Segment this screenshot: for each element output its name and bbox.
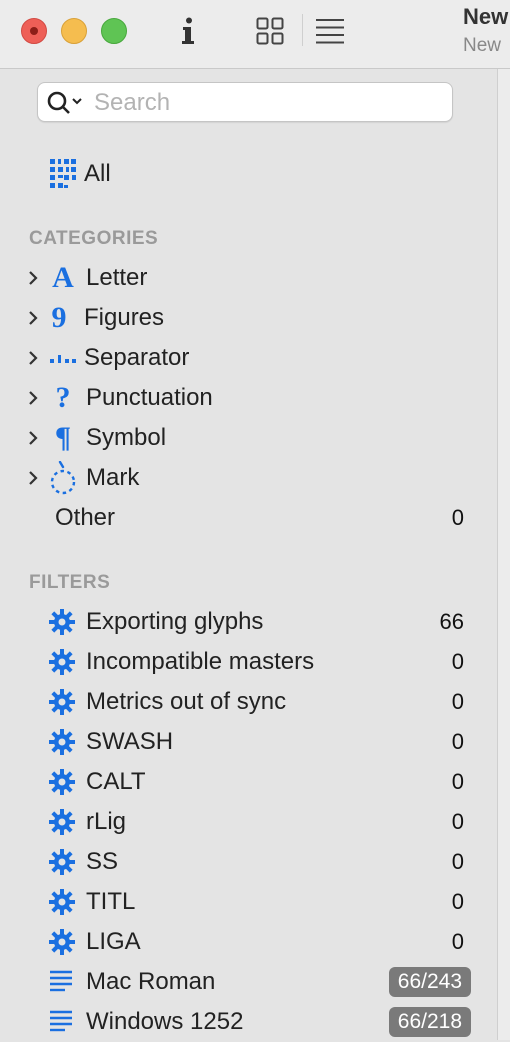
- filter-label: rLig: [86, 808, 127, 835]
- search-icon[interactable]: [46, 90, 86, 121]
- separator-icon: [48, 341, 78, 375]
- toolbar-divider: [302, 14, 303, 46]
- list-view-icon[interactable]: [314, 12, 346, 50]
- category-label: Separator: [84, 344, 190, 371]
- count-badge: 66/218: [388, 1007, 471, 1037]
- filter-count: 0: [451, 689, 464, 714]
- zoom-window-button[interactable]: [101, 18, 127, 44]
- category-figures[interactable]: 9 Figures: [0, 298, 497, 338]
- filter-label: LIGA: [86, 928, 141, 955]
- title-bar: New New: [0, 0, 510, 69]
- filter-label: SS: [86, 848, 119, 875]
- filter-exporting-glyphs[interactable]: Exporting glyphs 66: [0, 602, 497, 642]
- sidebar-item-all-label: All: [84, 160, 111, 187]
- count-badge: 66/243: [388, 967, 471, 997]
- gear-icon: [49, 929, 75, 955]
- gear-icon: [49, 769, 75, 795]
- category-label: Mark: [86, 464, 140, 491]
- list-icon: [50, 1010, 72, 1032]
- all-glyphs-icon: [48, 157, 78, 191]
- search-input[interactable]: [92, 87, 446, 119]
- filter-label: TITL: [86, 888, 136, 915]
- close-window-button[interactable]: [21, 18, 47, 44]
- category-punctuation[interactable]: ? Punctuation: [0, 378, 497, 418]
- list-label: Windows 1252: [86, 1008, 244, 1035]
- filter-incompatible-masters[interactable]: Incompatible masters 0: [0, 642, 497, 682]
- category-label: Letter: [86, 264, 148, 291]
- filter-count: 0: [451, 649, 464, 674]
- main-content-area: [498, 69, 510, 1040]
- sidebar-item-all[interactable]: All: [0, 154, 497, 194]
- gear-icon: [49, 729, 75, 755]
- chevron-right-icon[interactable]: [26, 310, 40, 326]
- filter-rlig[interactable]: rLig 0: [0, 802, 497, 842]
- list-label: Mac Roman: [86, 968, 216, 995]
- gear-icon: [49, 609, 75, 635]
- filter-label: Metrics out of sync: [86, 688, 287, 715]
- filter-ss[interactable]: SS 0: [0, 842, 497, 882]
- list-mac-roman[interactable]: Mac Roman 66/243: [0, 962, 497, 1002]
- filter-titl[interactable]: TITL 0: [0, 882, 497, 922]
- list-icon: [50, 970, 72, 992]
- category-mark[interactable]: Mark: [0, 458, 497, 498]
- gear-icon: [49, 809, 75, 835]
- letter-a-icon: A: [52, 261, 74, 294]
- document-subtitle: New: [463, 35, 502, 56]
- filters-heading: FILTERS: [29, 572, 111, 593]
- filter-label: Incompatible masters: [86, 648, 315, 675]
- chevron-right-icon[interactable]: [26, 430, 40, 446]
- info-icon[interactable]: [176, 12, 200, 50]
- categories-heading: CATEGORIES: [29, 228, 159, 249]
- filter-label: SWASH: [86, 728, 174, 755]
- filter-liga[interactable]: LIGA 0: [0, 922, 497, 962]
- grid-view-icon[interactable]: [255, 12, 285, 50]
- category-label: Other: [55, 504, 116, 531]
- chevron-right-icon[interactable]: [26, 270, 40, 286]
- sidebar: All CATEGORIES A Letter 9 Figures Separa…: [0, 69, 498, 1040]
- mark-icon: [48, 461, 78, 495]
- category-label: Symbol: [86, 424, 167, 451]
- chevron-right-icon[interactable]: [26, 470, 40, 486]
- filter-metrics-out-of-sync[interactable]: Metrics out of sync 0: [0, 682, 497, 722]
- filter-count: 0: [451, 729, 464, 754]
- chevron-right-icon[interactable]: [26, 350, 40, 366]
- category-other[interactable]: Other 0: [0, 498, 497, 538]
- gear-icon: [49, 889, 75, 915]
- document-title: New: [463, 4, 509, 29]
- filter-calt[interactable]: CALT 0: [0, 762, 497, 802]
- gear-icon: [49, 689, 75, 715]
- category-label: Punctuation: [86, 384, 213, 411]
- category-count: 0: [451, 505, 464, 530]
- gear-icon: [49, 649, 75, 675]
- filter-count: 0: [451, 849, 464, 874]
- filter-label: CALT: [86, 768, 146, 795]
- search-field[interactable]: [37, 82, 453, 122]
- filter-swash[interactable]: SWASH 0: [0, 722, 497, 762]
- filter-count: 0: [451, 769, 464, 794]
- filter-count: 0: [451, 809, 464, 834]
- question-mark-icon: ?: [55, 381, 71, 414]
- filter-label: Exporting glyphs: [86, 608, 264, 635]
- category-label: Figures: [84, 304, 165, 331]
- chevron-right-icon[interactable]: [26, 390, 40, 406]
- filter-count: 0: [451, 889, 464, 914]
- gear-icon: [49, 849, 75, 875]
- category-symbol[interactable]: ¶ Symbol: [0, 418, 497, 458]
- minimize-window-button[interactable]: [61, 18, 87, 44]
- figure-9-icon: 9: [51, 301, 67, 334]
- category-letter[interactable]: A Letter: [0, 258, 497, 298]
- pilcrow-icon: ¶: [54, 421, 72, 454]
- filter-count: 0: [451, 929, 464, 954]
- list-windows-1252[interactable]: Windows 1252 66/218: [0, 1002, 497, 1042]
- category-separator[interactable]: Separator: [0, 338, 497, 378]
- filter-count: 66: [439, 609, 464, 634]
